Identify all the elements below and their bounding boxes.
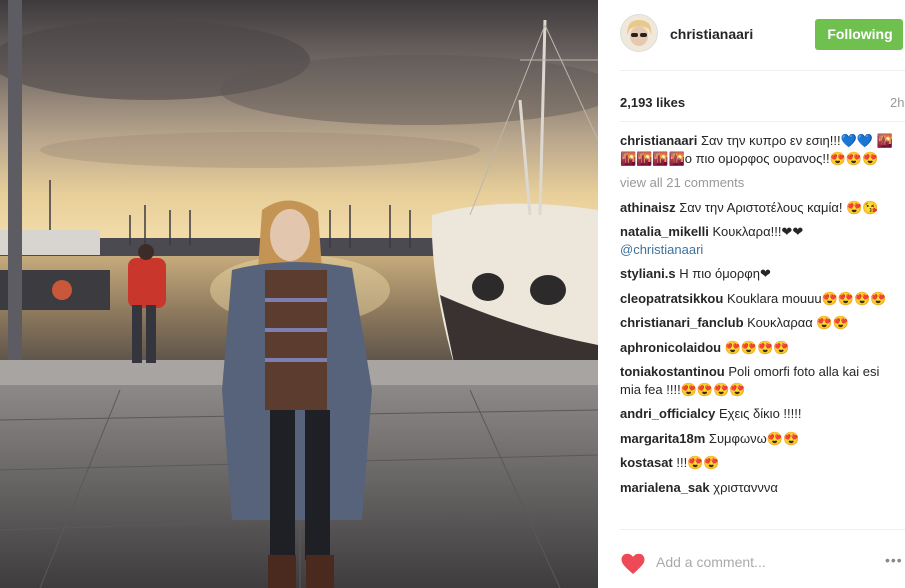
comment-text: !!!😍😍 [676,455,720,470]
post-photo[interactable] [0,0,598,588]
comment-item: toniakostantinou Poli omorfi foto alla k… [620,363,895,398]
comment-username[interactable]: christianari_fanclub [620,315,744,330]
avatar[interactable] [620,14,658,52]
comment-text: Η πιο όμορφη❤ [679,266,771,281]
add-comment-input[interactable]: Add a comment... [656,554,766,570]
likes-divider [620,121,905,122]
comment-username[interactable]: cleopatratsikkou [620,291,723,306]
comment-item: margarita18m Συμφωνω😍😍 [620,430,895,448]
comments-list: christianaari Σαν την κυπρο εν εσιη!!!💙💙… [620,132,895,503]
comment-text: Kouklara mouuu😍😍😍😍 [726,290,887,306]
comment-username[interactable]: styliani.s [620,266,676,281]
comment-username[interactable]: andri_officialcy [620,406,715,421]
comment-text: Κουκλαραα 😍😍 [747,315,849,330]
heart-icon[interactable] [621,553,645,575]
more-options-icon[interactable]: ••• [885,552,903,568]
comment-text: Εχεις δίκιο !!!!! [719,406,802,421]
username-link[interactable]: christianaari [670,26,753,42]
mention-link[interactable]: @christianaari [620,241,895,259]
comment-username[interactable]: margarita18m [620,431,705,446]
comment-item: andri_officialcy Εχεις δίκιο !!!!! [620,405,895,423]
comment-item: aphronicolaidou 😍😍😍😍 [620,339,895,357]
comment-item: styliani.s Η πιο όμορφη❤ [620,265,895,283]
post-timestamp[interactable]: 2h [890,95,904,110]
comment-item: christianari_fanclub Κουκλαραα 😍😍 [620,314,895,332]
comment-text: 😍😍😍😍 [724,339,790,355]
comment-text: Συμφωνω😍😍 [708,430,800,446]
caption: christianaari Σαν την κυπρο εν εσιη!!!💙💙… [620,132,895,167]
likes-count[interactable]: 2,193 likes [620,95,685,110]
comments-divider [620,529,905,530]
add-comment-row: Add a comment... ••• [598,543,905,588]
post-header: christianaari Following [598,0,905,70]
comment-username[interactable]: christianaari [620,133,697,148]
comment-item: marialena_sak χριστανννα [620,479,895,497]
comment-item: athinaisz Σαν την Αριστοτέλους καμία! 😍😘 [620,199,895,217]
header-divider [620,70,905,71]
view-all-comments-link[interactable]: view all 21 comments [620,174,895,192]
comment-username[interactable]: toniakostantinou [620,364,725,379]
post-image [0,0,598,588]
comment-item: natalia_mikelli Κουκλαρα!!!❤❤ @christian… [620,223,895,258]
comment-item: cleopatratsikkou Kouklara mouuu😍😍😍😍 [620,290,895,308]
comment-item: kostasat !!!😍😍 [620,454,895,472]
post-details-panel: christianaari Following 2,193 likes 2h c… [598,0,905,588]
comment-text: χριστανννα [713,479,778,495]
avatar-image [621,15,657,51]
comment-username[interactable]: athinaisz [620,200,676,215]
comment-username[interactable]: marialena_sak [620,480,710,495]
comment-text: Σαν την Αριστοτέλους καμία! 😍😘 [679,199,879,215]
following-button[interactable]: Following [815,19,903,50]
comment-username[interactable]: aphronicolaidou [620,340,721,355]
comment-text: Κουκλαρα!!!❤❤ [712,224,804,239]
comment-username[interactable]: natalia_mikelli [620,224,709,239]
comment-username[interactable]: kostasat [620,455,673,470]
